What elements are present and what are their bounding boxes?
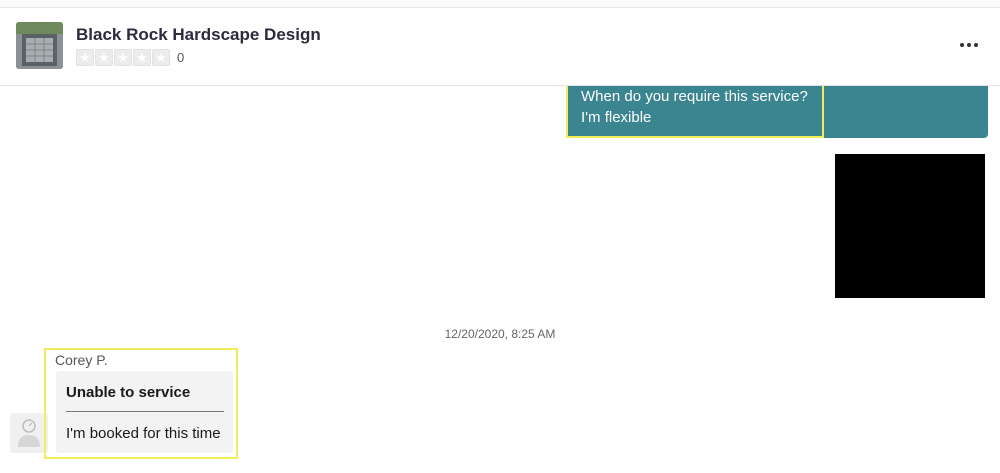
conversation-header: Black Rock Hardscape Design ★ ★ ★ ★ ★ 0 bbox=[0, 9, 1000, 86]
star-icon: ★ bbox=[114, 49, 132, 66]
message-answer: I'm flexible bbox=[581, 109, 652, 126]
sender-avatar bbox=[10, 413, 48, 453]
star-icon: ★ bbox=[152, 49, 170, 66]
star-icon: ★ bbox=[76, 49, 94, 66]
business-name[interactable]: Black Rock Hardscape Design bbox=[76, 25, 321, 45]
business-thumbnail[interactable] bbox=[16, 22, 63, 69]
user-avatar-icon bbox=[18, 419, 40, 447]
message-image[interactable] bbox=[835, 154, 985, 298]
top-strip bbox=[0, 0, 1000, 8]
rating-count: 0 bbox=[177, 50, 185, 65]
card-title: Unable to service bbox=[66, 384, 191, 401]
message-question: When do you require this service? bbox=[581, 88, 808, 105]
card-divider bbox=[66, 411, 224, 412]
star-icon: ★ bbox=[95, 49, 113, 66]
message-timestamp: 12/20/2020, 8:25 AM bbox=[444, 327, 556, 341]
sender-name: Corey P. bbox=[55, 352, 108, 368]
rating-stars: ★ ★ ★ ★ ★ bbox=[76, 49, 170, 66]
more-horizontal-icon bbox=[974, 43, 978, 47]
star-icon: ★ bbox=[133, 49, 151, 66]
business-photo-icon bbox=[16, 22, 63, 69]
more-horizontal-icon bbox=[960, 43, 964, 47]
card-body: I'm booked for this time bbox=[66, 425, 221, 442]
more-horizontal-icon bbox=[967, 43, 971, 47]
more-options-button[interactable] bbox=[956, 39, 982, 51]
conversation-page: Black Rock Hardscape Design ★ ★ ★ ★ ★ 0 … bbox=[0, 0, 1000, 473]
